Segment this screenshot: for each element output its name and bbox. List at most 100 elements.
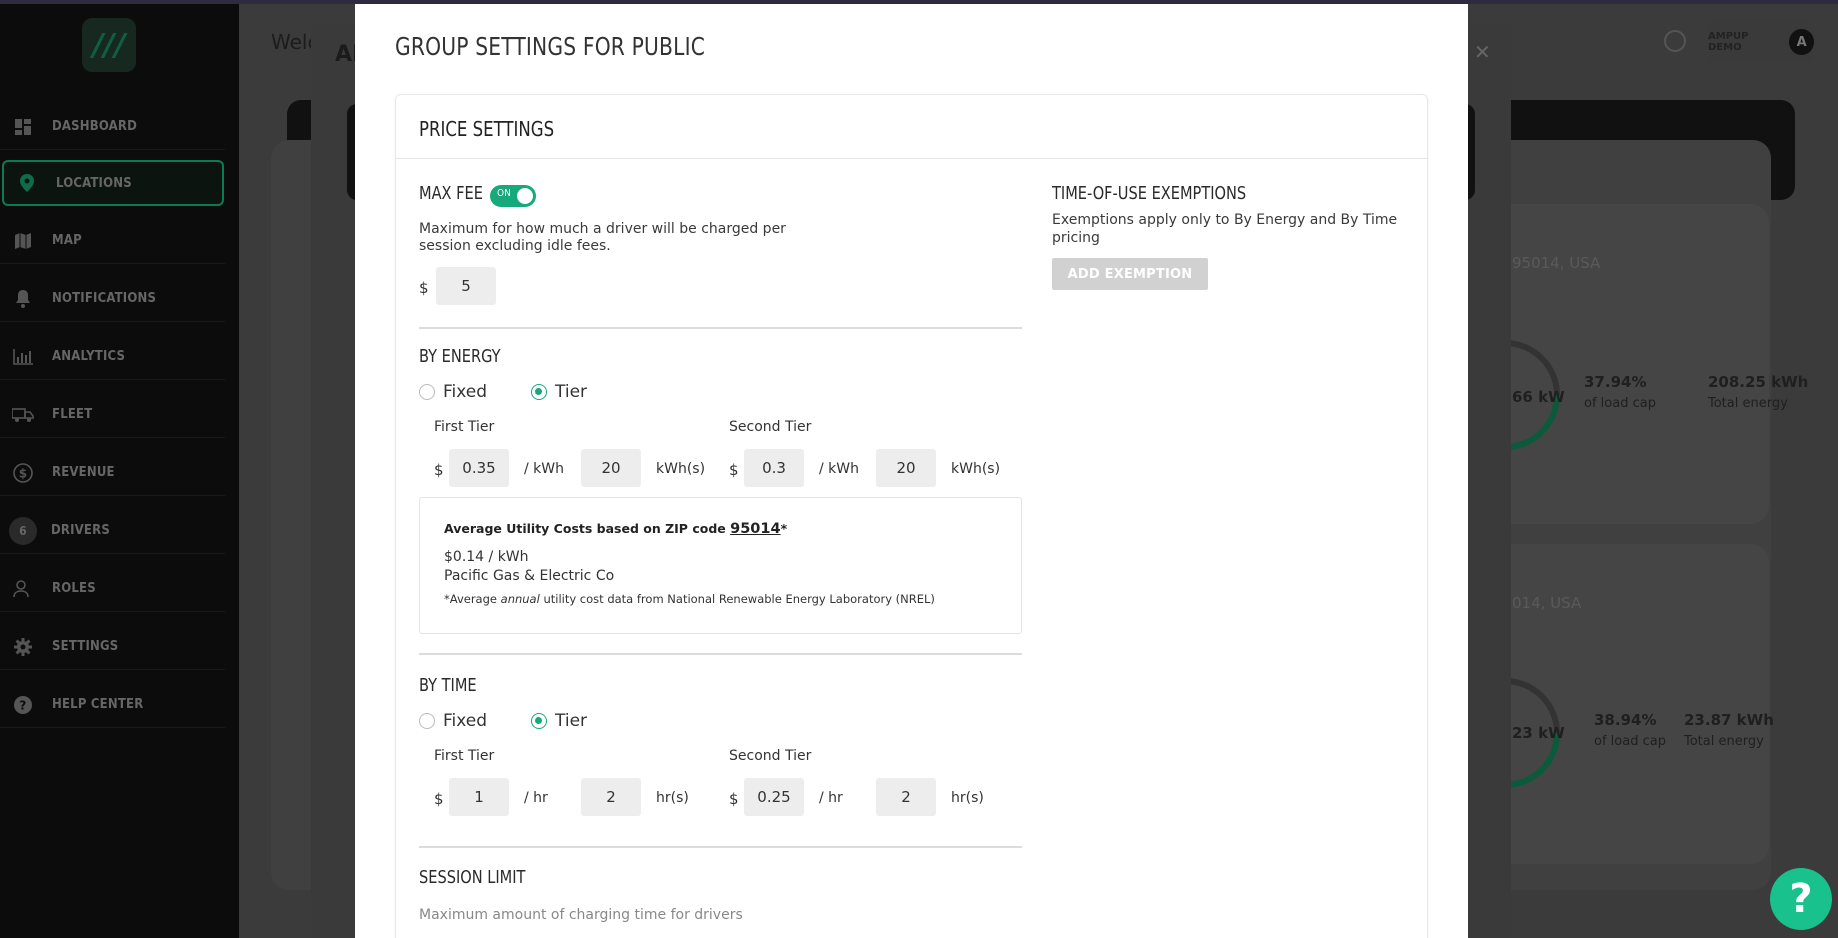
toggle-knob	[517, 188, 533, 204]
utility-note: *Average annual utility cost data from N…	[444, 592, 935, 606]
add-exemption-button[interactable]: ADD EXEMPTION	[1052, 258, 1208, 290]
utility-cost-info: Average Utility Costs based on ZIP code …	[419, 497, 1022, 634]
unit-label: kWh(s)	[656, 461, 706, 477]
currency-symbol: $	[729, 790, 739, 808]
sidebar-item-map[interactable]: MAP	[0, 218, 225, 264]
sidebar: /// DASHBOARD LOCATIONS MAP NOTIFICATION…	[0, 4, 239, 938]
drivers-count-badge: 6	[9, 516, 37, 545]
location-address-2: 014, USA	[1512, 594, 1582, 612]
note-emphasis: annual	[500, 592, 540, 606]
second-tier-label: Second Tier	[729, 748, 812, 764]
max-fee-toggle[interactable]: ON	[490, 185, 536, 207]
help-button[interactable]: ?	[1770, 868, 1832, 930]
group-settings-modal: GROUP SETTINGS FOR PUBLIC PRICE SETTINGS…	[355, 4, 1468, 938]
sidebar-item-fleet[interactable]: FLEET	[0, 392, 225, 438]
sidebar-item-help-center[interactable]: ? HELP CENTER	[0, 682, 225, 728]
energy-value-1: 208.25 kWh	[1708, 373, 1809, 391]
session-limit-description: Maximum amount of charging time for driv…	[419, 907, 743, 923]
divider	[419, 653, 1022, 655]
sidebar-item-revenue[interactable]: $ REVENUE	[0, 450, 225, 496]
time-second-amount-input[interactable]: 2	[876, 778, 936, 816]
by-time-tier-label[interactable]: Tier	[555, 711, 587, 731]
dollar-icon: $	[12, 462, 34, 483]
energy-label-2: Total energy	[1684, 734, 1764, 749]
energy-first-amount-input[interactable]: 20	[581, 449, 641, 487]
unit-label: hr(s)	[656, 790, 689, 806]
svg-text:$: $	[19, 466, 28, 480]
note-suffix: utility cost data from National Renewabl…	[543, 592, 935, 606]
sidebar-item-label: ROLES	[52, 581, 96, 596]
sidebar-item-label: LOCATIONS	[56, 175, 132, 191]
max-fee-input[interactable]: 5	[436, 267, 496, 305]
unit-label: kWh(s)	[951, 461, 1001, 477]
sidebar-item-label: ANALYTICS	[52, 349, 126, 364]
globe-icon[interactable]	[1664, 30, 1686, 52]
time-first-amount-input[interactable]: 2	[581, 778, 641, 816]
sidebar-item-notifications[interactable]: NOTIFICATIONS	[0, 276, 225, 322]
tou-description: Exemptions apply only to By Energy and B…	[1052, 212, 1398, 246]
brand-logo[interactable]: ///	[82, 18, 136, 72]
currency-symbol: $	[729, 461, 739, 479]
sidebar-item-label: DRIVERS	[51, 523, 110, 538]
location-address-1: 95014, USA	[1512, 254, 1601, 272]
by-energy-fixed-label[interactable]: Fixed	[443, 382, 487, 402]
time-second-price-input[interactable]: 0.25	[744, 778, 804, 816]
toggle-label: ON	[497, 188, 511, 199]
sidebar-item-label: NOTIFICATIONS	[52, 291, 157, 306]
by-time-fixed-radio[interactable]	[419, 713, 435, 729]
sidebar-item-label: DASHBOARD	[52, 119, 138, 134]
sidebar-item-label: MAP	[52, 233, 82, 248]
utility-cost: $0.14 / kWh	[444, 549, 529, 565]
unit-label: hr(s)	[951, 790, 984, 806]
energy-first-price-input[interactable]: 0.35	[449, 449, 509, 487]
second-tier-label: Second Tier	[729, 419, 812, 435]
unit-label: / kWh	[524, 461, 564, 477]
energy-second-price-input[interactable]: 0.3	[744, 449, 804, 487]
sidebar-item-label: SETTINGS	[52, 639, 119, 654]
sidebar-item-label: REVENUE	[52, 465, 115, 480]
sidebar-item-locations[interactable]: LOCATIONS	[2, 160, 224, 206]
zip-code-link[interactable]: 95014	[730, 521, 780, 537]
sidebar-item-analytics[interactable]: ANALYTICS	[0, 334, 225, 380]
first-tier-label: First Tier	[434, 419, 495, 435]
by-energy-fixed-radio[interactable]	[419, 384, 435, 400]
load-label-1: of load cap	[1584, 396, 1656, 411]
power-value-2: 23 kW	[1512, 724, 1565, 742]
user-menu[interactable]: AMPUP DEMO A	[1708, 22, 1814, 62]
utility-heading: Average Utility Costs based on ZIP code …	[444, 521, 787, 537]
sidebar-item-label: HELP CENTER	[52, 697, 144, 712]
divider	[419, 846, 1022, 848]
bar-chart-icon	[12, 348, 34, 366]
sidebar-item-label: FLEET	[52, 407, 93, 422]
currency-symbol: $	[434, 461, 444, 479]
unit-label: / hr	[524, 790, 548, 806]
sidebar-item-drivers[interactable]: 6 DRIVERS	[0, 508, 225, 554]
by-energy-heading: BY ENERGY	[419, 346, 501, 367]
utility-provider: Pacific Gas & Electric Co	[444, 568, 615, 584]
unit-label: / kWh	[819, 461, 859, 477]
note-prefix: *Average	[444, 592, 497, 606]
energy-value-2: 23.87 kWh	[1684, 711, 1774, 729]
sidebar-item-settings[interactable]: SETTINGS	[0, 624, 225, 670]
map-icon	[12, 232, 34, 250]
by-time-fixed-label[interactable]: Fixed	[443, 711, 487, 731]
sidebar-item-roles[interactable]: ROLES	[0, 566, 225, 612]
by-energy-tier-radio[interactable]	[531, 384, 547, 400]
energy-second-amount-input[interactable]: 20	[876, 449, 936, 487]
max-fee-description: Maximum for how much a driver will be ch…	[419, 221, 786, 254]
bell-icon	[12, 289, 34, 308]
dashboard-icon	[12, 118, 34, 136]
user-icon	[12, 579, 34, 598]
gear-icon	[12, 637, 34, 656]
utility-heading-text: Average Utility Costs based on ZIP code	[444, 521, 726, 536]
sidebar-item-dashboard[interactable]: DASHBOARD	[0, 104, 225, 150]
load-pct-2: 38.94%	[1594, 711, 1657, 729]
time-first-price-input[interactable]: 1	[449, 778, 509, 816]
avatar: A	[1789, 29, 1814, 55]
by-energy-tier-label[interactable]: Tier	[555, 382, 587, 402]
by-time-heading: BY TIME	[419, 675, 477, 696]
modal-title: GROUP SETTINGS FOR PUBLIC	[395, 32, 706, 61]
by-time-tier-radio[interactable]	[531, 713, 547, 729]
svg-text:?: ?	[19, 698, 26, 712]
close-icon[interactable]: ✕	[1474, 40, 1491, 64]
